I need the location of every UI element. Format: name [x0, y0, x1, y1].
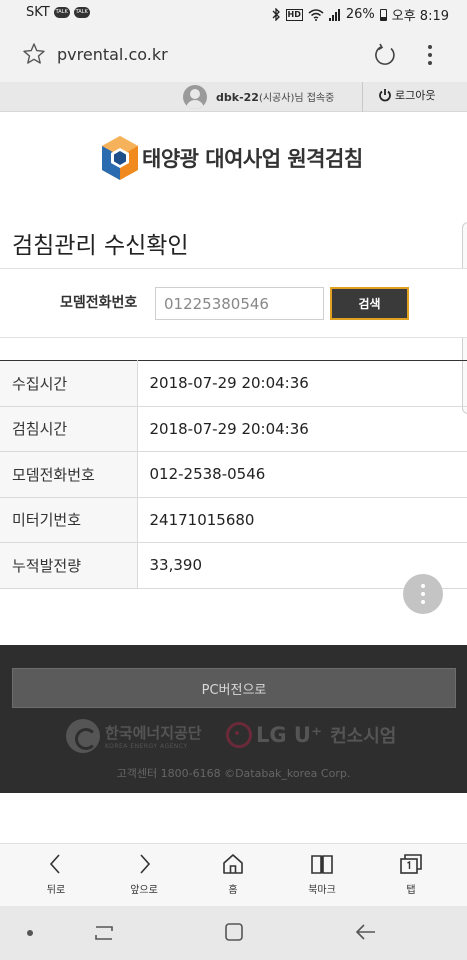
logo-title: 태양광 대여사업 원격검침	[142, 147, 363, 171]
bookmarks-button[interactable]: 북마크	[292, 852, 352, 902]
lgu-name: LG U⁺	[256, 723, 323, 747]
back-label: 뒤로	[46, 885, 66, 896]
modem-number-input[interactable]	[155, 287, 324, 320]
copyright: 고객센터 1800-6168 ©Databak_korea Corp.	[116, 767, 351, 780]
row-label: 수집시간	[0, 360, 138, 407]
row-value: 2018-07-29 20:04:36	[137, 406, 467, 452]
hd-voice-icon: HD	[285, 8, 303, 21]
kea-english: KOREA ENERGY AGENCY	[105, 743, 188, 750]
forward-icon	[140, 854, 151, 874]
recents-icon[interactable]	[92, 922, 116, 944]
divider	[362, 82, 363, 112]
user-role: (시공사)님 접속중	[258, 93, 335, 104]
more-menu-icon[interactable]	[420, 42, 440, 68]
kea-emblem-icon	[66, 719, 100, 753]
modem-number-label: 모뎀전화번호	[60, 295, 138, 311]
site-footer: PC버전으로 한국에너지공단 KOREA ENERGY AGENCY LG U⁺…	[0, 645, 467, 793]
battery-icon	[379, 8, 387, 21]
browser-toolbar: 뒤로 앞으로 홈 북마크 탭	[0, 843, 467, 906]
reload-icon[interactable]	[372, 42, 398, 68]
row-label: 모뎀전화번호	[0, 451, 138, 498]
bookmark-star-icon[interactable]	[22, 42, 46, 66]
bookmarks-label: 북마크	[308, 885, 336, 896]
table-row: 미터기번호 24171015680	[0, 497, 467, 543]
power-icon	[379, 89, 391, 102]
pc-version-button[interactable]: PC버전으로	[12, 668, 456, 708]
back-nav-icon[interactable]	[354, 921, 378, 943]
tabs-button[interactable]: 탭	[381, 852, 441, 902]
username: dbk-22	[216, 91, 259, 104]
table-row: 검침시간 2018-07-29 20:04:36	[0, 406, 467, 452]
kea-logo: 한국에너지공단 KOREA ENERGY AGENCY	[66, 719, 202, 753]
page-title: 검침관리 수신확인	[12, 233, 189, 259]
home-button[interactable]: 홈	[203, 852, 263, 902]
lgu-logo: LG U⁺ 컨소시엄	[226, 722, 396, 748]
table-row: 모뎀전화번호 012-2538-0546	[0, 451, 467, 498]
android-nav-bar	[0, 906, 467, 960]
row-value: 012-2538-0546	[137, 451, 467, 498]
avatar	[183, 85, 207, 109]
row-label: 미터기번호	[0, 497, 138, 543]
user-bar: dbk-22(시공사)님 접속중 로그아웃	[0, 82, 467, 112]
bluetooth-icon	[272, 8, 280, 21]
table-row: 누적발전량 33,390	[0, 542, 467, 589]
hexagon-logo-icon	[102, 136, 138, 180]
status-bar: SKT TALK TALK HD 26% 오후 8:19	[0, 0, 467, 28]
clock: 오후 8:19	[391, 9, 449, 24]
tabs-icon	[400, 854, 422, 874]
browser-url-bar: pvrental.co.kr	[0, 28, 467, 82]
home-nav-icon[interactable]	[223, 921, 245, 943]
logout-label: 로그아웃	[395, 89, 436, 102]
signal-icon	[328, 8, 340, 21]
bookmark-icon	[311, 855, 333, 874]
floating-menu-button[interactable]	[403, 574, 443, 614]
dot-indicator-icon	[27, 930, 33, 936]
row-label: 검침시간	[0, 406, 138, 452]
result-table: 수집시간 2018-07-29 20:04:36 검침시간 2018-07-29…	[0, 360, 467, 589]
site-logo[interactable]: 태양광 대여사업 원격검침	[100, 134, 363, 182]
forward-button[interactable]: 앞으로	[114, 852, 174, 902]
forward-label: 앞으로	[130, 885, 158, 896]
consortium-label: 컨소시엄	[330, 726, 397, 747]
kakaotalk-icon: TALK	[73, 7, 90, 18]
row-label: 누적발전량	[0, 542, 138, 589]
search-form: 모뎀전화번호 검색	[0, 268, 467, 338]
dot	[421, 600, 425, 604]
row-value: 24171015680	[137, 497, 467, 543]
address-field[interactable]: pvrental.co.kr	[57, 45, 168, 64]
search-button[interactable]: 검색	[330, 287, 409, 320]
partner-logos: 한국에너지공단 KOREA ENERGY AGENCY LG U⁺ 컨소시엄	[66, 719, 406, 755]
kakaotalk-icon: TALK	[53, 7, 70, 18]
battery-percent: 26%	[345, 7, 375, 22]
logout-button[interactable]: 로그아웃	[378, 87, 435, 103]
lg-emblem-icon	[226, 722, 252, 748]
carrier-label: SKT	[26, 5, 50, 20]
home-icon	[223, 854, 243, 874]
wifi-icon	[308, 8, 324, 21]
user-status: dbk-22(시공사)님 접속중	[216, 89, 334, 104]
table-row: 수집시간 2018-07-29 20:04:36	[0, 360, 467, 407]
dot	[421, 584, 425, 588]
dot	[421, 592, 425, 596]
back-button[interactable]: 뒤로	[26, 852, 86, 902]
row-value: 2018-07-29 20:04:36	[137, 360, 467, 407]
tabs-label: 탭	[406, 885, 416, 896]
home-label: 홈	[228, 885, 238, 896]
back-icon	[49, 854, 60, 874]
kea-name: 한국에너지공단	[105, 724, 202, 742]
